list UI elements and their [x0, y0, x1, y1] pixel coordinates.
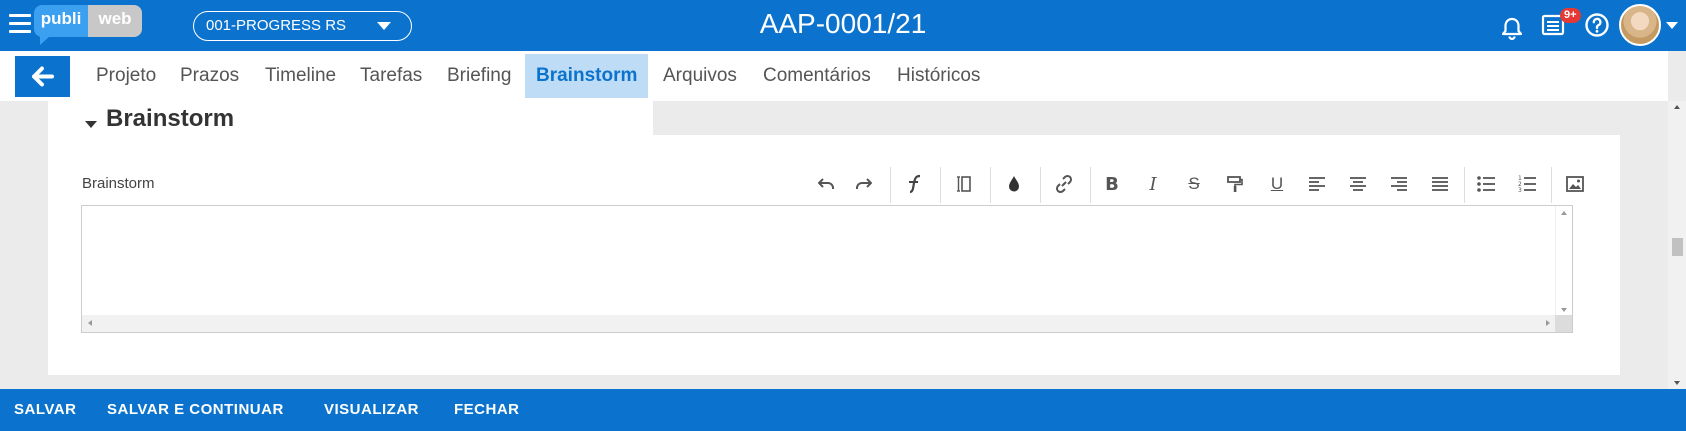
- hamburger-menu-icon[interactable]: [9, 14, 31, 34]
- tab-bar: Projeto Prazos Timeline Tarefas Briefing…: [0, 51, 1668, 101]
- page-scroll-thumb[interactable]: [1672, 238, 1683, 256]
- project-select-value: 001-PROGRESS RS: [206, 17, 347, 34]
- image-icon[interactable]: [1559, 165, 1591, 203]
- text-color-icon[interactable]: [998, 165, 1030, 203]
- save-button[interactable]: SALVAR: [14, 389, 76, 431]
- section-header[interactable]: Brainstorm: [48, 101, 653, 135]
- toolbar-separator: [1464, 167, 1465, 203]
- bold-icon[interactable]: B: [1096, 165, 1128, 203]
- brainstorm-editor-input[interactable]: [82, 206, 1556, 317]
- toolbar-separator: [1040, 167, 1041, 203]
- back-button[interactable]: [15, 56, 70, 97]
- close-button[interactable]: FECHAR: [454, 389, 520, 431]
- align-left-icon[interactable]: [1301, 165, 1333, 203]
- scroll-up-arrow-icon[interactable]: [1561, 211, 1567, 215]
- page-scroll-down-icon[interactable]: [1674, 381, 1680, 385]
- tab-tarefas[interactable]: Tarefas: [349, 54, 433, 98]
- top-bar: publi web 001-PROGRESS RS AAP-0001/21 9+: [0, 0, 1686, 51]
- paragraph-format-icon[interactable]: [948, 165, 980, 203]
- arrow-left-icon: [32, 66, 54, 87]
- page-scroll-up-icon[interactable]: [1674, 105, 1680, 109]
- toolbar-separator: [990, 167, 991, 203]
- bottom-action-bar: SALVAR SALVAR E CONTINUAR VISUALIZAR FEC…: [0, 389, 1686, 431]
- toolbar-separator: [1551, 167, 1552, 203]
- align-justify-icon[interactable]: [1424, 165, 1456, 203]
- tab-timeline[interactable]: Timeline: [254, 54, 347, 98]
- tab-comentarios[interactable]: Comentários: [752, 54, 882, 98]
- logo-left-text: publi: [34, 5, 88, 45]
- tab-prazos[interactable]: Prazos: [169, 54, 250, 98]
- editor-horizontal-scrollbar[interactable]: [82, 315, 1556, 332]
- help-icon[interactable]: [1584, 12, 1610, 38]
- svg-text:3: 3: [1518, 187, 1522, 193]
- project-select[interactable]: 001-PROGRESS RS: [193, 11, 412, 41]
- content-area: Brainstorm Brainstorm B I S U 1 2 3: [0, 101, 1668, 389]
- bell-icon[interactable]: [1500, 12, 1524, 46]
- logo-right-text: web: [88, 5, 142, 37]
- avatar-chevron-down-icon[interactable]: [1666, 22, 1678, 29]
- notification-badge: 9+: [1560, 8, 1581, 23]
- align-center-icon[interactable]: [1342, 165, 1374, 203]
- italic-icon[interactable]: I: [1137, 165, 1169, 203]
- strikethrough-icon[interactable]: S: [1178, 165, 1210, 203]
- scroll-right-arrow-icon[interactable]: [1546, 320, 1550, 326]
- logo[interactable]: publi web: [34, 5, 142, 45]
- scroll-left-arrow-icon[interactable]: [88, 320, 92, 326]
- scroll-down-arrow-icon[interactable]: [1561, 308, 1567, 312]
- editor-vertical-scrollbar[interactable]: [1555, 206, 1572, 317]
- toolbar-separator: [940, 167, 941, 203]
- format-painter-icon[interactable]: [1219, 165, 1251, 203]
- bullet-list-icon[interactable]: [1470, 165, 1502, 203]
- brainstorm-editor: [81, 205, 1573, 333]
- collapse-caret-icon[interactable]: [85, 121, 97, 128]
- redo-icon[interactable]: [848, 165, 880, 203]
- preview-button[interactable]: VISUALIZAR: [324, 389, 419, 431]
- tab-brainstorm[interactable]: Brainstorm: [525, 54, 649, 98]
- underline-icon[interactable]: U: [1261, 165, 1293, 203]
- link-icon[interactable]: [1048, 165, 1080, 203]
- tab-historicos[interactable]: Históricos: [886, 54, 991, 98]
- brainstorm-card: Brainstorm B I S U 1 2 3: [48, 135, 1620, 375]
- numbered-list-icon[interactable]: 123: [1511, 165, 1543, 203]
- page-scrollbar[interactable]: [1668, 101, 1686, 389]
- editor-resize-corner[interactable]: [1555, 315, 1572, 332]
- brainstorm-field-label: Brainstorm: [82, 175, 155, 192]
- tab-projeto[interactable]: Projeto: [85, 54, 167, 98]
- chevron-down-icon: [377, 22, 391, 30]
- undo-icon[interactable]: [810, 165, 842, 203]
- section-title: Brainstorm: [106, 105, 235, 132]
- tab-briefing[interactable]: Briefing: [436, 54, 522, 98]
- font-icon[interactable]: [898, 165, 930, 203]
- align-right-icon[interactable]: [1383, 165, 1415, 203]
- save-and-continue-button[interactable]: SALVAR E CONTINUAR: [107, 389, 284, 431]
- toolbar-separator: [1090, 167, 1091, 203]
- avatar[interactable]: [1619, 4, 1661, 46]
- tab-arquivos[interactable]: Arquivos: [652, 54, 748, 98]
- toolbar-separator: [890, 167, 891, 203]
